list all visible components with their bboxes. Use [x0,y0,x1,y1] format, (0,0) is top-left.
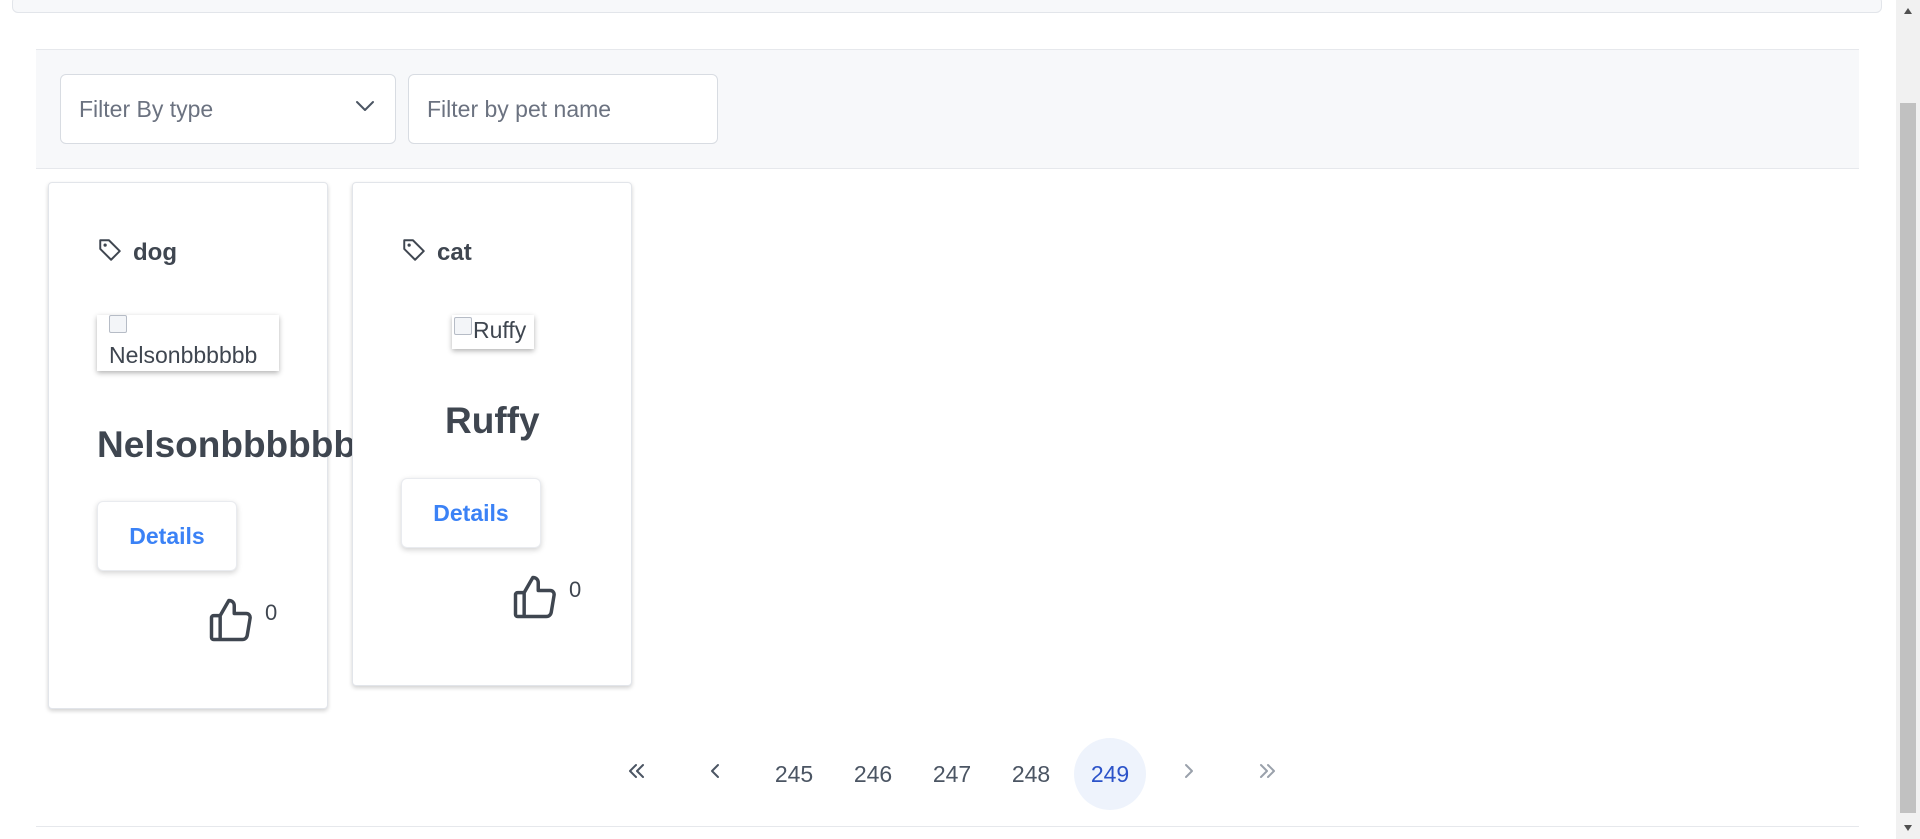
filter-name-input[interactable] [408,74,718,144]
broken-image-icon [109,315,127,333]
double-chevron-left-icon [624,759,648,789]
current-page-button[interactable]: 249 [1074,738,1146,810]
content-divider [36,826,1859,827]
last-page-button[interactable] [1232,738,1304,810]
page-button[interactable]: 245 [758,738,830,810]
broken-image-icon [454,317,472,335]
pet-type-tag: dog [97,237,177,268]
prev-page-button[interactable] [679,738,751,810]
pet-type-tag: cat [401,237,472,268]
scroll-down-arrow-icon[interactable] [1896,817,1920,839]
chevron-left-icon [703,759,727,789]
first-page-button[interactable] [600,738,672,810]
page-button[interactable]: 248 [995,738,1067,810]
filter-type-placeholder: Filter By type [79,95,214,122]
pet-image-alt: Nelsonbbbbbb [109,342,258,368]
pagination: 245 246 247 248 249 [600,738,1311,810]
like-control: 0 [205,594,277,651]
page-button[interactable]: 247 [916,738,988,810]
chevron-right-icon [1177,759,1201,789]
pet-image: Ruffy [452,315,534,349]
like-count: 0 [569,577,582,602]
thumbs-up-icon[interactable] [205,594,257,651]
tag-icon [97,237,123,268]
like-count: 0 [265,600,278,625]
vertical-scrollbar[interactable] [1896,0,1920,839]
like-control: 0 [509,571,581,628]
pet-name: Nelsonbbbbbb [97,424,356,465]
pet-type-label: dog [133,238,177,266]
filter-type-select[interactable]: Filter By type [60,74,396,144]
page-button[interactable]: 246 [837,738,909,810]
scrollbar-thumb[interactable] [1900,103,1916,813]
pet-card: dog Nelsonbbbbbb Nelsonbbbbbb Details 0 [48,182,356,709]
thumbs-up-icon[interactable] [509,571,561,628]
chevron-down-icon [353,94,377,124]
pet-image: Nelsonbbbbbb [97,315,279,371]
details-button[interactable]: Details [97,501,237,571]
scroll-up-arrow-icon[interactable] [1896,0,1920,22]
next-page-button[interactable] [1153,738,1225,810]
pet-name: Ruffy [445,400,540,441]
filter-bar: Filter By type [36,49,1859,169]
double-chevron-right-icon [1256,759,1280,789]
pet-card: cat Ruffy Ruffy Details 0 [352,182,632,686]
details-button[interactable]: Details [401,478,541,548]
tag-icon [401,237,427,268]
pet-image-alt: Ruffy [473,317,527,343]
pet-type-label: cat [437,238,472,266]
top-panel-edge [12,0,1882,13]
